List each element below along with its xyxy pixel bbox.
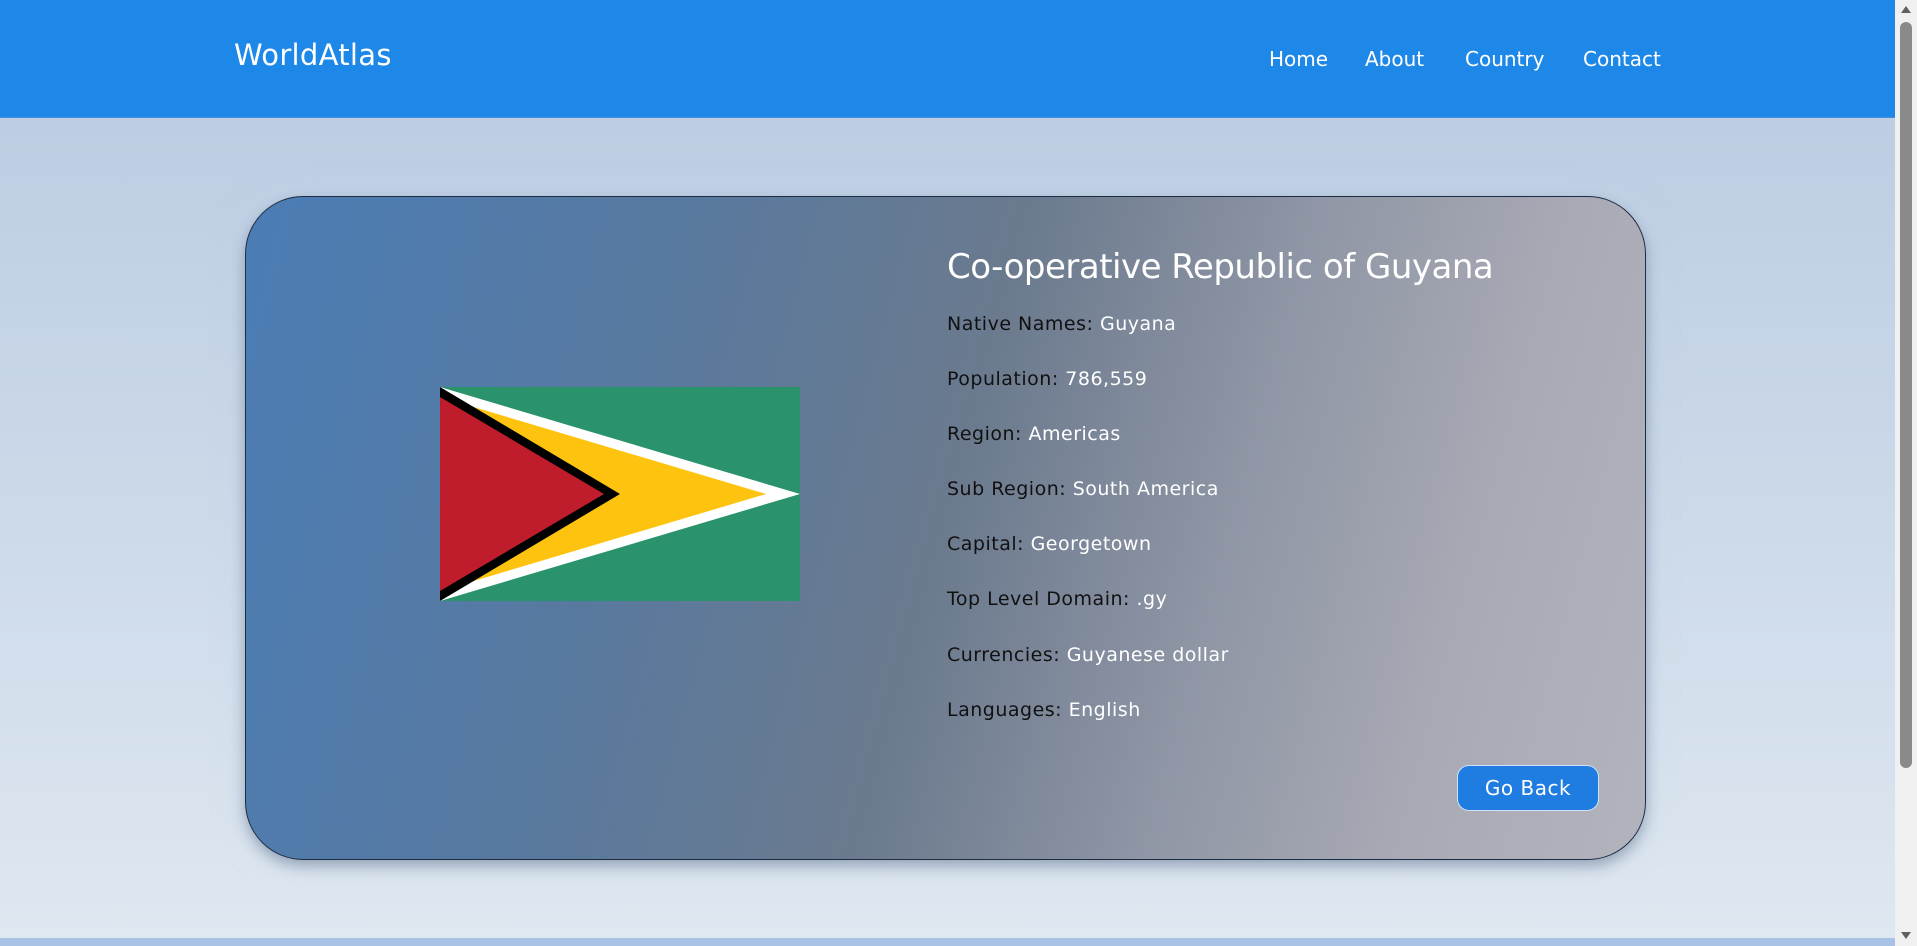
field-value: .gy: [1136, 588, 1168, 610]
scroll-up-arrow-icon[interactable]: [1901, 6, 1911, 13]
flag-of-guyana-icon: [440, 387, 800, 601]
nav-links: Home About Country Contact: [0, 47, 1895, 77]
nav-about-link[interactable]: About: [1365, 47, 1424, 71]
field-label: Sub Region:: [947, 478, 1067, 500]
field-value: South America: [1072, 478, 1219, 500]
field-native-names: Native Names: Guyana: [947, 313, 1176, 335]
vertical-scrollbar[interactable]: [1895, 0, 1917, 946]
field-value: 786,559: [1065, 368, 1148, 390]
field-capital: Capital: Georgetown: [947, 533, 1152, 555]
field-label: Native Names:: [947, 313, 1094, 335]
field-top-level-domain: Top Level Domain: .gy: [947, 588, 1167, 610]
field-value: English: [1068, 699, 1141, 721]
country-info: Co-operative Republic of Guyana Native N…: [947, 247, 1597, 721]
field-label: Currencies:: [947, 644, 1061, 666]
field-label: Languages:: [947, 699, 1063, 721]
navbar: WorldAtlas Home About Country Contact: [0, 0, 1895, 118]
field-languages: Languages: English: [947, 699, 1141, 721]
field-value: Georgetown: [1030, 533, 1152, 555]
go-back-button[interactable]: Go Back: [1457, 765, 1599, 811]
scroll-down-arrow-icon[interactable]: [1901, 932, 1911, 939]
nav-contact-link[interactable]: Contact: [1583, 47, 1661, 71]
bottom-edge: [0, 938, 1895, 946]
country-title: Co-operative Republic of Guyana: [947, 247, 1494, 287]
field-label: Capital:: [947, 533, 1025, 555]
field-currencies: Currencies: Guyanese dollar: [947, 644, 1229, 666]
field-value: Guyanese dollar: [1066, 644, 1229, 666]
nav-home-link[interactable]: Home: [1269, 47, 1328, 71]
field-sub-region: Sub Region: South America: [947, 478, 1219, 500]
field-region: Region: Americas: [947, 423, 1121, 445]
field-label: Region:: [947, 423, 1022, 445]
field-label: Top Level Domain:: [947, 588, 1130, 610]
field-population: Population: 786,559: [947, 368, 1147, 390]
field-label: Population:: [947, 368, 1059, 390]
nav-country-link[interactable]: Country: [1465, 47, 1544, 71]
country-card: Co-operative Republic of Guyana Native N…: [245, 196, 1646, 860]
field-value: Americas: [1028, 423, 1121, 445]
field-value: Guyana: [1099, 313, 1177, 335]
scroll-thumb[interactable]: [1900, 22, 1912, 768]
